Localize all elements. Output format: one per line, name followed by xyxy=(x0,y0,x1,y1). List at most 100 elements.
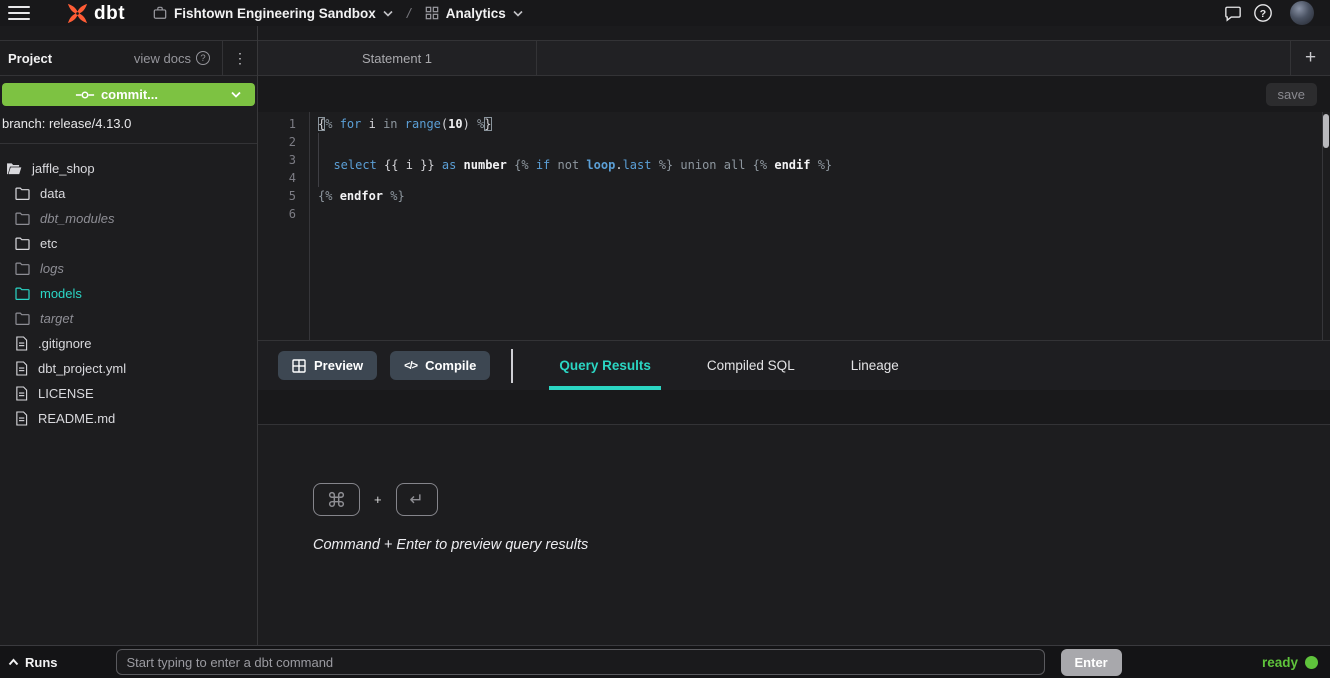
status-dot xyxy=(1305,656,1318,669)
header-divider xyxy=(511,349,513,383)
svg-text:?: ? xyxy=(1260,9,1266,20)
command-key-icon: ⌘ xyxy=(313,483,360,516)
file-icon xyxy=(15,336,28,351)
preview-button-label: Preview xyxy=(314,358,363,373)
save-button[interactable]: save xyxy=(1266,83,1317,106)
editor-scrollbar-thumb[interactable] xyxy=(1323,114,1329,148)
runs-label: Runs xyxy=(25,655,58,670)
line-number: 6 xyxy=(258,205,296,223)
tree-item-label: README.md xyxy=(38,411,115,426)
kebab-menu-icon[interactable]: ⋮ xyxy=(223,51,257,65)
chevron-down-icon xyxy=(513,10,523,17)
tree-item--gitignore[interactable]: .gitignore xyxy=(0,331,257,356)
editor-tab-bar: Statement 1 + xyxy=(258,40,1330,76)
briefcase-icon xyxy=(153,6,167,20)
user-avatar[interactable] xyxy=(1290,1,1314,25)
tab-compiled-sql[interactable]: Compiled SQL xyxy=(697,341,805,390)
sidebar-top-strip xyxy=(0,26,257,40)
tab-query-results[interactable]: Query Results xyxy=(549,341,661,390)
folder-icon xyxy=(15,212,30,225)
code-line-1: 1{% for i in range(10) %} xyxy=(258,115,1330,133)
tree-item-label: .gitignore xyxy=(38,336,91,351)
tree-item-license[interactable]: LICENSE xyxy=(0,381,257,406)
folder-icon xyxy=(15,237,30,250)
commit-button-label: commit... xyxy=(101,87,158,102)
account-switcher[interactable]: Fishtown Engineering Sandbox xyxy=(153,6,393,21)
tree-item-dbt-project-yml[interactable]: dbt_project.yml xyxy=(0,356,257,381)
tree-item-etc[interactable]: etc xyxy=(0,231,257,256)
tree-item-jaffle-shop[interactable]: jaffle_shop xyxy=(0,156,257,181)
tree-item-logs[interactable]: logs xyxy=(0,256,257,281)
plus-separator: + xyxy=(374,492,382,507)
tree-item-label: target xyxy=(40,311,73,326)
main-top-strip xyxy=(258,26,1330,40)
dbt-command-input[interactable] xyxy=(116,649,1045,675)
results-header: Preview </> Compile Query Results Compile… xyxy=(258,341,1330,390)
code-lines: 1{% for i in range(10) %}23 select {{ i … xyxy=(258,112,1330,223)
project-sidebar: Project view docs ? ⋮ commit... xyxy=(0,26,258,645)
sidebar-header: Project view docs ? ⋮ xyxy=(0,40,257,76)
hamburger-menu-icon[interactable] xyxy=(0,6,38,20)
git-commit-icon xyxy=(75,90,95,100)
runs-toggle[interactable]: Runs xyxy=(8,655,58,670)
tree-item-label: jaffle_shop xyxy=(32,161,95,176)
tree-item-data[interactable]: data xyxy=(0,181,257,206)
dbt-ide-app: dbt Fishtown Engineering Sandbox / Analy… xyxy=(0,0,1330,678)
branch-label: branch: release/4.13.0 xyxy=(0,106,257,144)
tree-item-label: data xyxy=(40,186,65,201)
code-line-3: 3 select {{ i }} as number {% if not loo… xyxy=(258,151,1330,169)
return-key-icon: ↵ xyxy=(396,483,438,516)
editor-tab-statement-1[interactable]: Statement 1 xyxy=(258,41,537,75)
preview-button[interactable]: Preview xyxy=(278,351,377,380)
compile-button-label: Compile xyxy=(425,358,476,373)
code-icon: </> xyxy=(404,360,417,372)
help-icon[interactable]: ? xyxy=(1248,1,1278,25)
line-number: 3 xyxy=(258,151,296,169)
code-line-6: 6 xyxy=(258,205,1330,223)
chevron-down-icon xyxy=(231,91,241,98)
results-empty-state: ⌘ + ↵ Command + Enter to preview query r… xyxy=(313,483,588,553)
tree-item-dbt-modules[interactable]: dbt_modules xyxy=(0,206,257,231)
folder-icon xyxy=(15,287,30,300)
project-switcher[interactable]: Analytics xyxy=(425,6,523,21)
dbt-wordmark: dbt xyxy=(94,4,125,23)
commit-button[interactable]: commit... xyxy=(2,83,255,106)
folder-open-icon xyxy=(6,162,22,175)
tree-item-label: models xyxy=(40,286,82,301)
file-icon xyxy=(15,386,28,401)
results-tabs: Query Results Compiled SQL Lineage xyxy=(549,341,908,390)
code-line-5: 5{% endfor %} xyxy=(258,187,1330,205)
tree-item-target[interactable]: target xyxy=(0,306,257,331)
compile-button[interactable]: </> Compile xyxy=(390,351,490,380)
grid-icon xyxy=(425,6,439,20)
tab-lineage[interactable]: Lineage xyxy=(841,341,909,390)
account-name: Fishtown Engineering Sandbox xyxy=(174,6,376,21)
new-tab-button[interactable]: + xyxy=(1290,41,1330,75)
editor-scrollbar[interactable] xyxy=(1322,112,1330,340)
tree-item-label: etc xyxy=(40,236,57,251)
workspace: Project view docs ? ⋮ commit... xyxy=(0,26,1330,645)
chat-icon[interactable] xyxy=(1218,1,1248,25)
dbt-logo: dbt xyxy=(66,2,125,25)
project-name: Analytics xyxy=(446,6,506,21)
main-panel: Statement 1 + save 1{% for i in range(10… xyxy=(258,26,1330,645)
line-number: 2 xyxy=(258,133,296,151)
folder-icon xyxy=(15,312,30,325)
status-label: ready xyxy=(1262,655,1298,670)
tree-item-models[interactable]: models xyxy=(0,281,257,306)
view-docs-link[interactable]: view docs ? xyxy=(134,51,210,66)
help-circle-icon: ? xyxy=(196,51,210,65)
chevron-down-icon xyxy=(383,10,393,17)
status-indicator: ready xyxy=(1262,655,1322,670)
line-number: 1 xyxy=(258,115,296,133)
file-icon xyxy=(15,411,28,426)
line-number: 5 xyxy=(258,187,296,205)
empty-state-caption: Command + Enter to preview query results xyxy=(313,537,588,553)
line-number: 4 xyxy=(258,169,296,187)
enter-button[interactable]: Enter xyxy=(1061,649,1122,676)
tree-item-readme-md[interactable]: README.md xyxy=(0,406,257,431)
tree-item-label: dbt_modules xyxy=(40,211,114,226)
chevron-up-icon xyxy=(8,658,19,666)
breadcrumb-separator: / xyxy=(407,5,411,21)
code-editor[interactable]: 1{% for i in range(10) %}23 select {{ i … xyxy=(258,112,1330,341)
